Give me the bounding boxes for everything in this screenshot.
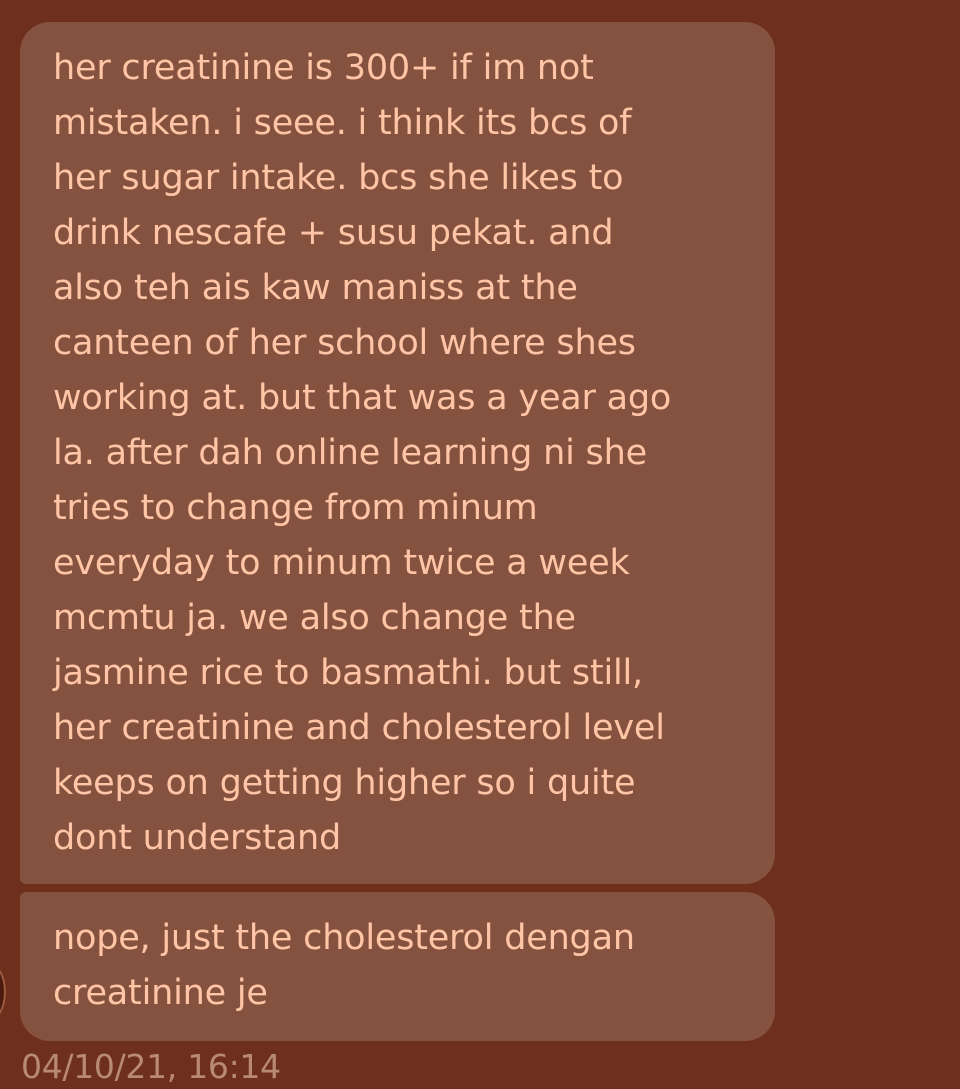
message-text-line: everyday to minum twice a week xyxy=(53,543,630,583)
message-timestamp: 04/10/21, 16:14 xyxy=(21,1047,281,1086)
message-text-line: creatinine je xyxy=(53,973,268,1013)
message-bubble[interactable]: nope, just the cholesterol dengan creati… xyxy=(20,892,775,1041)
message-text-line: mcmtu ja. we also change the xyxy=(53,598,576,638)
message-text-line: her sugar intake. bcs she likes to xyxy=(53,158,624,198)
message-bubble[interactable]: her creatinine is 300+ if im not mistake… xyxy=(20,22,775,884)
message-text-line: tries to change from minum xyxy=(53,488,538,528)
message-text-line: mistaken. i seee. i think its bcs of xyxy=(53,103,632,143)
message-thread: her creatinine is 300+ if im not mistake… xyxy=(0,0,960,1086)
avatar-icon[interactable] xyxy=(0,962,6,1022)
message-text-line: la. after dah online learning ni she xyxy=(53,433,647,473)
message-text-line: her creatinine is 300+ if im not xyxy=(53,48,594,88)
message-text-line: drink nescafe + susu pekat. and xyxy=(53,213,614,253)
message-text-line: keeps on getting higher so i quite xyxy=(53,763,636,803)
message-text-line: her creatinine and cholesterol level xyxy=(53,708,665,748)
message-text-line: nope, just the cholesterol dengan xyxy=(53,918,635,958)
message-text-line: canteen of her school where shes xyxy=(53,323,636,363)
message-text-line: dont understand xyxy=(53,818,341,858)
message-text-line: jasmine rice to basmathi. but still, xyxy=(53,653,643,693)
message-text-line: also teh ais kaw maniss at the xyxy=(53,268,578,308)
message-text-line: working at. but that was a year ago xyxy=(53,378,672,418)
